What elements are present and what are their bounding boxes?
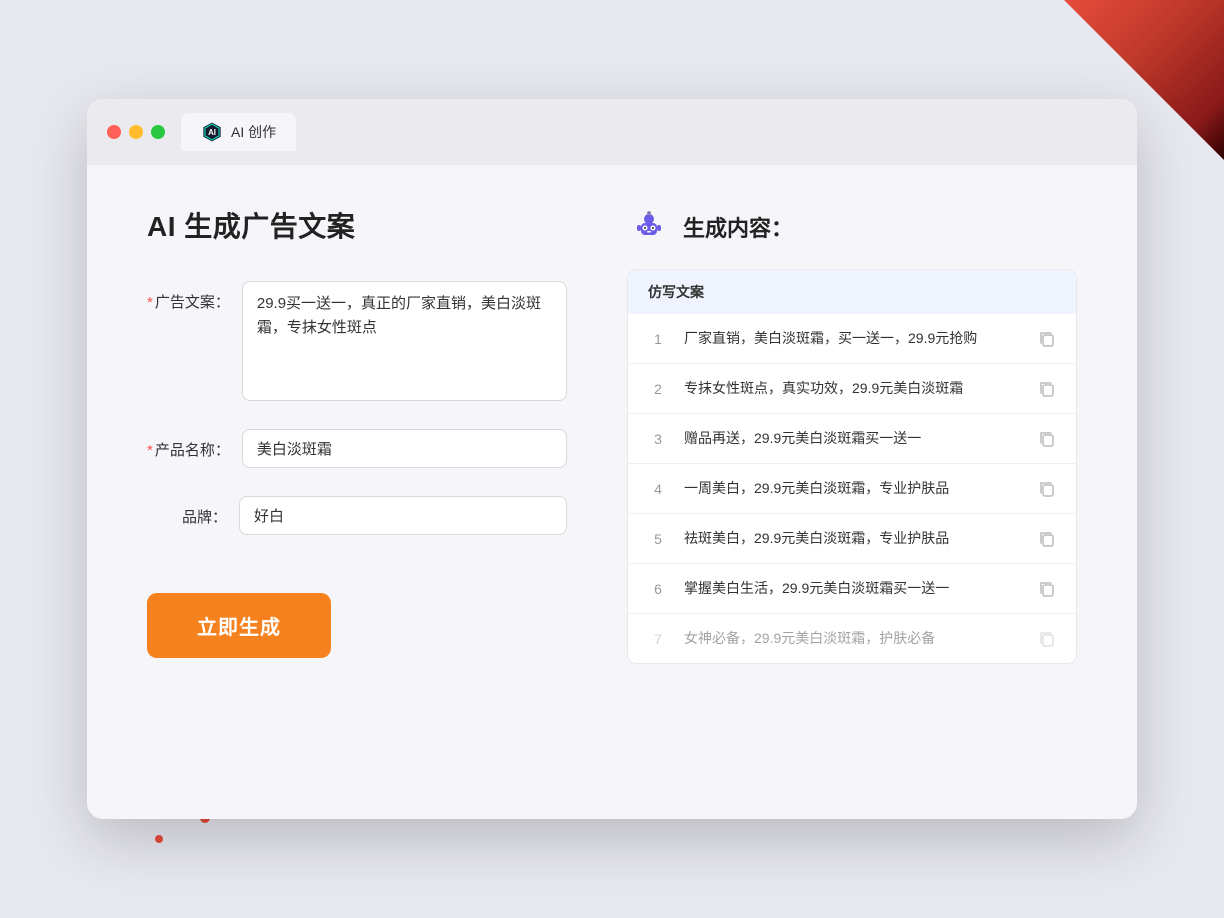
ai-tab[interactable]: AI AI 创作: [181, 113, 296, 151]
result-header: 生成内容：: [627, 205, 1077, 249]
result-number: 2: [648, 381, 668, 397]
page-title: AI 生成广告文案: [147, 205, 567, 245]
result-text: 一周美白，29.9元美白淡斑霜，专业护肤品: [684, 478, 1022, 499]
copy-icon[interactable]: [1038, 530, 1056, 548]
result-text: 女神必备，29.9元美白淡斑霜，护肤必备: [684, 628, 1022, 649]
result-text: 祛斑美白，29.9元美白淡斑霜，专业护肤品: [684, 528, 1022, 549]
result-text: 掌握美白生活，29.9元美白淡斑霜买一送一: [684, 578, 1022, 599]
copy-icon[interactable]: [1038, 580, 1056, 598]
product-name-group: *产品名称：: [147, 429, 567, 468]
result-title: 生成内容：: [683, 211, 793, 243]
title-bar: AI AI 创作: [87, 99, 1137, 165]
column-label: 仿写文案: [648, 284, 704, 300]
ad-copy-group: *广告文案：: [147, 281, 567, 401]
ai-hex-icon: AI: [201, 121, 223, 143]
tab-label: AI 创作: [231, 122, 276, 142]
result-row: 2 专抹女性斑点，真实功效，29.9元美白淡斑霜: [628, 364, 1076, 414]
svg-text:AI: AI: [208, 128, 216, 137]
result-row: 3 赠品再送，29.9元美白淡斑霜买一送一: [628, 414, 1076, 464]
result-row: 1 厂家直销，美白淡斑霜，买一送一，29.9元抢购: [628, 314, 1076, 364]
copy-icon[interactable]: [1038, 480, 1056, 498]
generate-button[interactable]: 立即生成: [147, 593, 331, 658]
brand-label: 品牌：: [147, 496, 227, 527]
result-row: 5 祛斑美白，29.9元美白淡斑霜，专业护肤品: [628, 514, 1076, 564]
result-row: 7 女神必备，29.9元美白淡斑霜，护肤必备: [628, 614, 1076, 663]
ad-copy-required: *: [147, 294, 153, 311]
ad-copy-input[interactable]: [242, 281, 567, 401]
result-number: 7: [648, 631, 668, 647]
copy-icon[interactable]: [1038, 430, 1056, 448]
copy-icon[interactable]: [1038, 380, 1056, 398]
result-number: 4: [648, 481, 668, 497]
result-text: 专抹女性斑点，真实功效，29.9元美白淡斑霜: [684, 378, 1022, 399]
results-container: 仿写文案 1 厂家直销，美白淡斑霜，买一送一，29.9元抢购 2 专抹女性斑点，…: [627, 269, 1077, 664]
result-number: 3: [648, 431, 668, 447]
close-button[interactable]: [107, 125, 121, 139]
product-name-input[interactable]: [242, 429, 567, 468]
copy-icon[interactable]: [1038, 630, 1056, 648]
browser-window: AI AI 创作 AI 生成广告文案 *广告文案： *产品名称：: [87, 99, 1137, 819]
results-table-header: 仿写文案: [628, 270, 1076, 314]
decorative-dot-3: [155, 835, 163, 843]
left-panel: AI 生成广告文案 *广告文案： *产品名称： 品牌： 立: [147, 205, 567, 765]
right-panel: 生成内容： 仿写文案 1 厂家直销，美白淡斑霜，买一送一，29.9元抢购: [627, 205, 1077, 765]
product-name-required: *: [147, 442, 153, 459]
window-buttons: [107, 125, 165, 139]
minimize-button[interactable]: [129, 125, 143, 139]
product-name-label: *产品名称：: [147, 429, 230, 460]
result-row: 6 掌握美白生活，29.9元美白淡斑霜买一送一: [628, 564, 1076, 614]
result-number: 6: [648, 581, 668, 597]
maximize-button[interactable]: [151, 125, 165, 139]
robot-icon: [627, 205, 671, 249]
ad-copy-label: *广告文案：: [147, 281, 230, 312]
result-number: 1: [648, 331, 668, 347]
result-text: 厂家直销，美白淡斑霜，买一送一，29.9元抢购: [684, 328, 1022, 349]
result-row: 4 一周美白，29.9元美白淡斑霜，专业护肤品: [628, 464, 1076, 514]
result-number: 5: [648, 531, 668, 547]
result-text: 赠品再送，29.9元美白淡斑霜买一送一: [684, 428, 1022, 449]
brand-group: 品牌：: [147, 496, 567, 535]
main-content: AI 生成广告文案 *广告文案： *产品名称： 品牌： 立: [87, 165, 1137, 805]
brand-input[interactable]: [239, 496, 567, 535]
copy-icon[interactable]: [1038, 330, 1056, 348]
